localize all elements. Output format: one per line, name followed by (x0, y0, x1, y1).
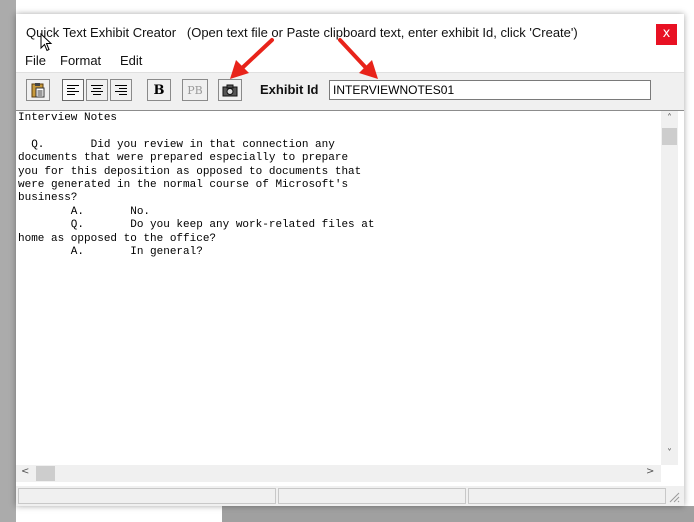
editor-line: business? (18, 192, 78, 205)
align-right-icon (115, 85, 127, 95)
scroll-down-icon[interactable]: ˅ (661, 448, 678, 459)
create-exhibit-button[interactable] (218, 79, 242, 101)
vertical-scrollbar[interactable]: ˄ ˅ (661, 111, 678, 465)
align-center-icon (91, 85, 103, 95)
editor-content[interactable]: Interview Notes Q. Did you review in tha… (18, 112, 658, 462)
window-title: Quick Text Exhibit Creator (Open text fi… (26, 25, 578, 40)
align-center-button[interactable] (86, 79, 108, 101)
bold-button[interactable]: B (147, 79, 171, 101)
resize-grip-icon[interactable] (668, 491, 680, 503)
background-left (0, 0, 16, 522)
background-bottom (222, 506, 694, 522)
align-right-button[interactable] (110, 79, 132, 101)
editor-line: Q. Did you review in that connection any (31, 138, 335, 151)
toolbar: B PB Exhibit Id (16, 72, 684, 111)
status-bar (16, 486, 684, 506)
title-bar: Quick Text Exhibit Creator (Open text fi… (16, 14, 684, 52)
status-pane-1 (18, 488, 276, 504)
page-break-button[interactable]: PB (182, 79, 208, 101)
horizontal-scroll-thumb[interactable] (36, 466, 55, 481)
menu-file[interactable]: File (25, 53, 46, 68)
close-button[interactable]: x (656, 24, 677, 45)
vertical-scroll-thumb[interactable] (662, 128, 677, 145)
exhibit-id-label: Exhibit Id (260, 82, 319, 97)
bold-label: B (153, 82, 165, 98)
scroll-right-icon[interactable]: > (646, 466, 654, 477)
menu-bar: File Format Edit (16, 52, 684, 72)
editor-line: were generated in the normal course of M… (18, 179, 349, 192)
app-window: Quick Text Exhibit Creator (Open text fi… (16, 14, 684, 506)
editor-line: A. No. (70, 205, 151, 218)
scroll-up-icon[interactable]: ˄ (661, 113, 678, 124)
menu-format[interactable]: Format (60, 53, 101, 68)
editor-line: documents that were prepared especially … (18, 152, 349, 165)
status-pane-3 (468, 488, 666, 504)
status-pane-2 (278, 488, 466, 504)
window-subtitle: (Open text file or Paste clipboard text,… (186, 25, 578, 40)
editor-line: A. In general? (70, 246, 203, 259)
camera-icon (222, 84, 238, 97)
paste-button[interactable] (26, 79, 50, 101)
scroll-left-icon[interactable]: < (21, 466, 29, 477)
editor-line: you for this deposition as opposed to do… (18, 165, 362, 178)
align-left-icon (67, 85, 79, 95)
editor-line: Q. Do you keep any work-related files at (70, 219, 375, 232)
menu-edit[interactable]: Edit (120, 53, 142, 68)
horizontal-scrollbar[interactable]: < > (16, 465, 661, 482)
clipboard-icon (31, 83, 45, 98)
align-left-button[interactable] (62, 79, 84, 101)
exhibit-id-input[interactable] (329, 80, 651, 100)
editor-line: home as opposed to the office? (18, 232, 217, 245)
editor-line: Interview Notes (18, 112, 118, 124)
text-editor[interactable]: Interview Notes Q. Did you review in tha… (16, 110, 684, 485)
page-break-label: PB (187, 83, 203, 97)
